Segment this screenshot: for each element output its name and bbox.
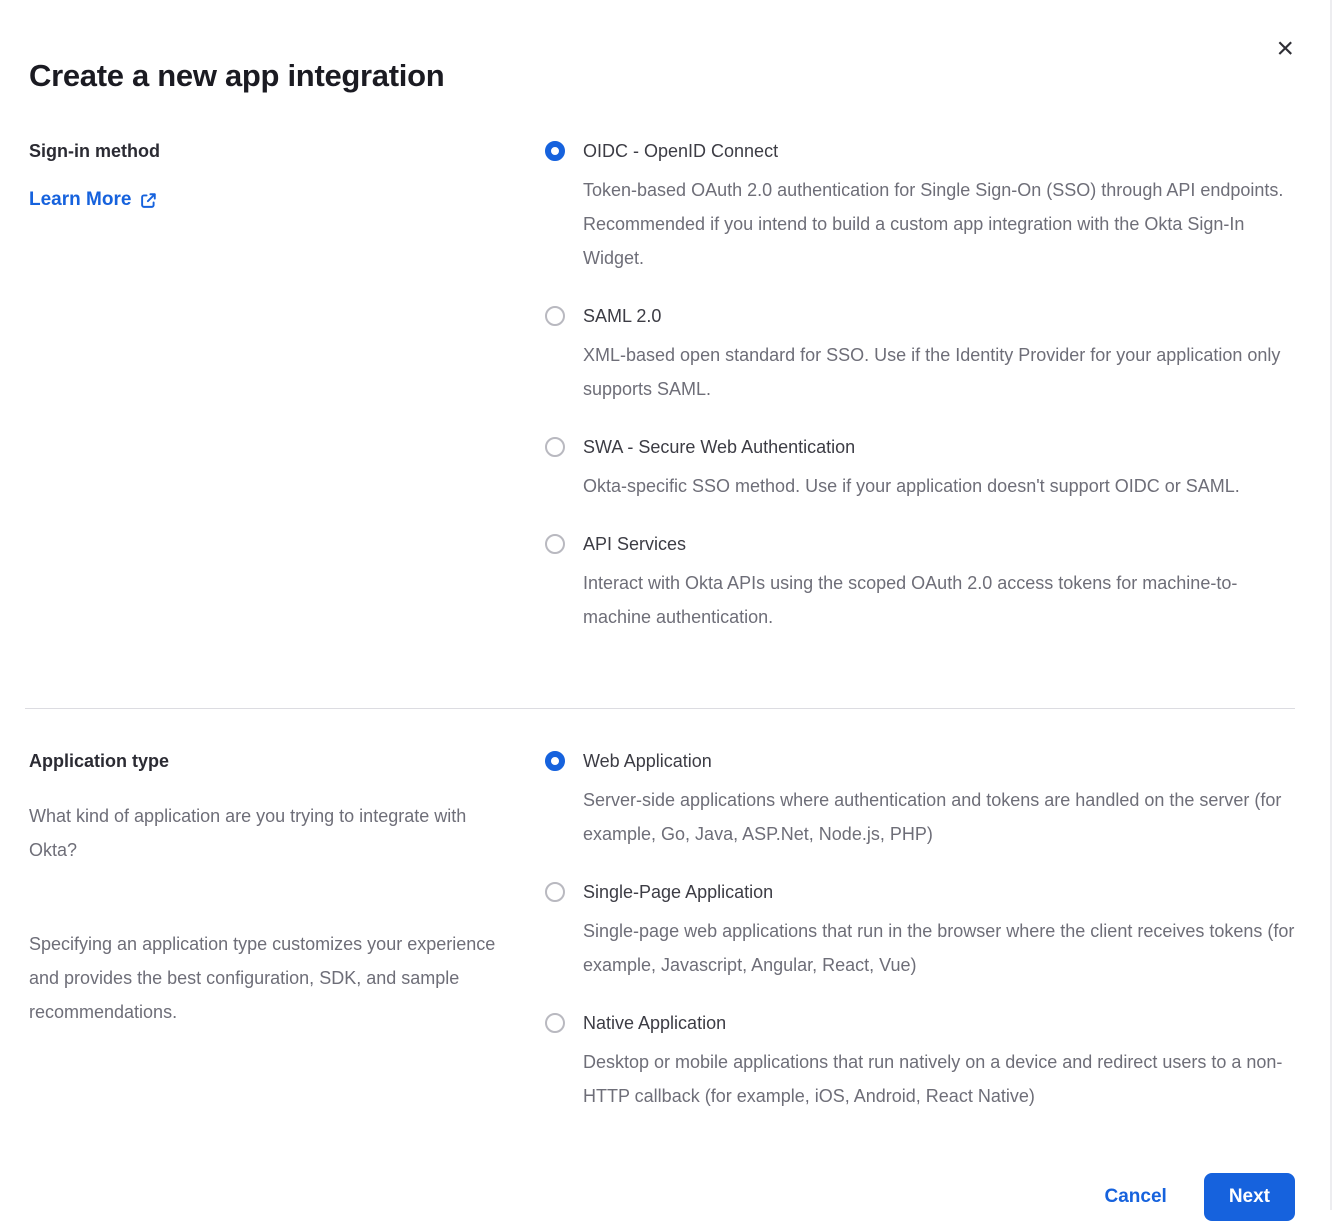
option-single-page-application-description: Single-page web applications that run in… bbox=[583, 914, 1295, 982]
page-title: Create a new app integration bbox=[29, 0, 1295, 94]
create-app-integration-modal: × Create a new app integration Sign-in m… bbox=[0, 0, 1330, 1221]
option-web-application-description: Server-side applications where authentic… bbox=[583, 783, 1295, 851]
application-type-section: Application type What kind of applicatio… bbox=[29, 749, 1295, 1113]
signin-method-label: Sign-in method bbox=[29, 139, 545, 163]
application-type-options: Web Application Server-side applications… bbox=[545, 749, 1295, 1113]
option-native-application-description: Desktop or mobile applications that run … bbox=[583, 1045, 1295, 1113]
application-type-left-column: Application type What kind of applicatio… bbox=[29, 749, 545, 1113]
application-type-note: Specifying an application type customize… bbox=[29, 927, 501, 1029]
option-single-page-application[interactable]: Single-Page Application Single-page web … bbox=[545, 880, 1295, 982]
radio-saml[interactable] bbox=[545, 306, 565, 326]
option-oidc-description: Token-based OAuth 2.0 authentication for… bbox=[583, 173, 1295, 275]
radio-api-services[interactable] bbox=[545, 534, 565, 554]
learn-more-link[interactable]: Learn More bbox=[29, 189, 157, 211]
cancel-button[interactable]: Cancel bbox=[1105, 1186, 1167, 1208]
option-api-services-label[interactable]: API Services bbox=[583, 532, 1295, 556]
option-api-services[interactable]: API Services Interact with Okta APIs usi… bbox=[545, 532, 1295, 634]
external-link-icon bbox=[140, 192, 157, 209]
option-single-page-application-label[interactable]: Single-Page Application bbox=[583, 880, 1295, 904]
option-swa[interactable]: SWA - Secure Web Authentication Okta-spe… bbox=[545, 435, 1295, 503]
option-web-application-label[interactable]: Web Application bbox=[583, 749, 1295, 773]
radio-native-application[interactable] bbox=[545, 1013, 565, 1033]
option-saml[interactable]: SAML 2.0 XML-based open standard for SSO… bbox=[545, 304, 1295, 406]
application-type-label: Application type bbox=[29, 749, 545, 773]
application-type-question: What kind of application are you trying … bbox=[29, 799, 501, 867]
option-native-application-label[interactable]: Native Application bbox=[583, 1011, 1295, 1035]
signin-method-section: Sign-in method Learn More OIDC - OpenID … bbox=[29, 139, 1295, 634]
option-saml-description: XML-based open standard for SSO. Use if … bbox=[583, 338, 1295, 406]
signin-method-left-column: Sign-in method Learn More bbox=[29, 139, 545, 634]
learn-more-label: Learn More bbox=[29, 189, 131, 211]
option-native-application[interactable]: Native Application Desktop or mobile app… bbox=[545, 1011, 1295, 1113]
option-swa-description: Okta-specific SSO method. Use if your ap… bbox=[583, 469, 1240, 503]
radio-single-page-application[interactable] bbox=[545, 882, 565, 902]
option-swa-label[interactable]: SWA - Secure Web Authentication bbox=[583, 435, 1240, 459]
option-oidc-label[interactable]: OIDC - OpenID Connect bbox=[583, 139, 1295, 163]
modal-footer: Cancel Next bbox=[29, 1173, 1295, 1221]
radio-swa[interactable] bbox=[545, 437, 565, 457]
section-divider bbox=[25, 708, 1295, 709]
option-saml-label[interactable]: SAML 2.0 bbox=[583, 304, 1295, 328]
signin-method-options: OIDC - OpenID Connect Token-based OAuth … bbox=[545, 139, 1295, 634]
option-web-application[interactable]: Web Application Server-side applications… bbox=[545, 749, 1295, 851]
next-button[interactable]: Next bbox=[1204, 1173, 1295, 1221]
option-api-services-description: Interact with Okta APIs using the scoped… bbox=[583, 566, 1295, 634]
option-oidc[interactable]: OIDC - OpenID Connect Token-based OAuth … bbox=[545, 139, 1295, 275]
close-icon[interactable]: × bbox=[1276, 34, 1294, 64]
radio-web-application[interactable] bbox=[545, 751, 565, 771]
radio-oidc[interactable] bbox=[545, 141, 565, 161]
